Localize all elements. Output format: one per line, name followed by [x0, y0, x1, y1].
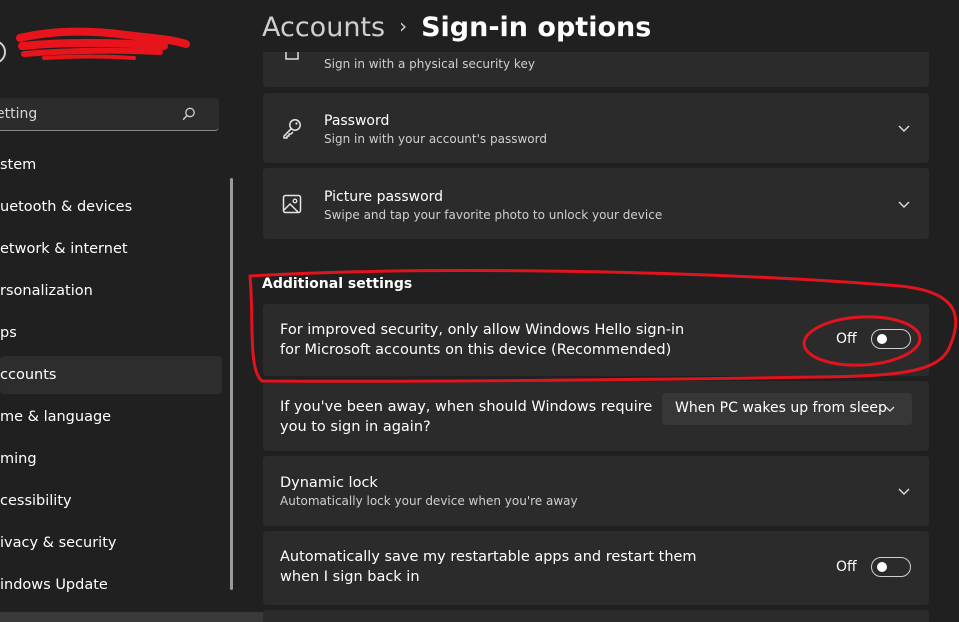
- additional-settings-heading: Additional settings: [262, 276, 413, 292]
- dynamic-lock-title: Dynamic lock: [280, 475, 378, 491]
- hello-only-state: Off: [836, 331, 857, 347]
- dropdown-selected-value: When PC wakes up from sleep: [675, 400, 887, 416]
- sidebar-item-label: ming: [0, 451, 37, 467]
- chevron-down-icon[interactable]: [897, 197, 911, 211]
- page-title: Sign-in options: [421, 12, 652, 43]
- sidebar-item-label: ccounts: [0, 367, 57, 383]
- picture-password-desc: Swipe and tap your favorite photo to unl…: [324, 208, 663, 222]
- sidebar-item-label: indows Update: [0, 577, 108, 593]
- hello-only-toggle[interactable]: [871, 329, 911, 349]
- password-card[interactable]: Password Sign in with your account's pas…: [263, 93, 929, 163]
- sidebar-item-label: cessibility: [0, 493, 72, 509]
- dynamic-lock-desc: Automatically lock your device when you'…: [280, 494, 578, 508]
- password-desc: Sign in with your account's password: [324, 132, 547, 146]
- search-input[interactable]: [0, 98, 188, 129]
- sidebar-item-label: me & language: [0, 409, 112, 425]
- sidebar-item-system[interactable]: stem: [0, 146, 222, 184]
- sidebar-item-privacy-security[interactable]: ivacy & security: [0, 524, 222, 562]
- chevron-down-icon[interactable]: [897, 484, 911, 498]
- security-key-card[interactable]: Sign in with a physical security key: [263, 52, 929, 87]
- usb-key-icon: [285, 52, 299, 60]
- security-key-desc: Sign in with a physical security key: [324, 57, 535, 71]
- sidebar-nav: stem uetooth & devices etwork & internet…: [0, 146, 222, 608]
- sidebar-scrollbar[interactable]: [230, 178, 233, 590]
- hello-only-text: For improved security, only allow Window…: [280, 322, 685, 358]
- hello-only-card: For improved security, only allow Window…: [263, 304, 929, 376]
- picture-icon: [282, 194, 302, 214]
- settings-search-box[interactable]: [0, 98, 219, 131]
- toggle-knob: [877, 334, 887, 344]
- toggle-knob: [877, 562, 887, 572]
- password-title: Password: [324, 113, 390, 129]
- avatar: [0, 40, 6, 64]
- breadcrumb-separator: ›: [399, 14, 408, 38]
- sidebar-item-gaming[interactable]: ming: [0, 440, 222, 478]
- sidebar-item-windows-update[interactable]: indows Update: [0, 566, 222, 604]
- sidebar-item-bluetooth-devices[interactable]: uetooth & devices: [0, 188, 222, 226]
- sidebar-item-label: ps: [0, 325, 17, 341]
- sidebar-item-time-language[interactable]: me & language: [0, 398, 222, 436]
- user-account-area[interactable]: [0, 16, 200, 64]
- sidebar-item-accounts[interactable]: ccounts: [0, 356, 222, 394]
- sidebar-item-label: uetooth & devices: [0, 199, 133, 215]
- chevron-down-icon: [885, 406, 895, 412]
- chevron-down-icon[interactable]: [897, 121, 911, 135]
- key-icon: [283, 119, 301, 139]
- restart-apps-text: Automatically save my restartable apps a…: [280, 549, 697, 585]
- require-signin-text: If you've been away, when should Windows…: [280, 399, 653, 435]
- search-icon[interactable]: [181, 106, 197, 122]
- picture-password-title: Picture password: [324, 189, 444, 205]
- sidebar-item-label: ivacy & security: [0, 535, 117, 551]
- redaction-scribble: [16, 27, 190, 60]
- sidebar-item-apps[interactable]: ps: [0, 314, 222, 352]
- picture-password-card[interactable]: Picture password Swipe and tap your favo…: [263, 168, 929, 239]
- bottom-strip: [0, 612, 290, 622]
- require-signin-dropdown[interactable]: When PC wakes up from sleep: [662, 393, 912, 425]
- sidebar-item-personalization[interactable]: rsonalization: [0, 272, 222, 310]
- restart-apps-toggle[interactable]: [871, 557, 911, 577]
- sidebar-item-label: stem: [0, 157, 37, 173]
- sidebar: stem uetooth & devices etwork & internet…: [0, 0, 240, 622]
- sidebar-item-label: etwork & internet: [0, 241, 128, 257]
- breadcrumb: Accounts › Sign-in options: [262, 10, 651, 50]
- require-signin-card: If you've been away, when should Windows…: [263, 381, 929, 451]
- dynamic-lock-card[interactable]: Dynamic lock Automatically lock your dev…: [263, 456, 929, 526]
- restart-apps-card: Automatically save my restartable apps a…: [263, 531, 929, 605]
- sidebar-item-network-internet[interactable]: etwork & internet: [0, 230, 222, 268]
- restart-apps-state: Off: [836, 559, 857, 575]
- sidebar-item-accessibility[interactable]: cessibility: [0, 482, 222, 520]
- breadcrumb-parent[interactable]: Accounts: [262, 12, 385, 43]
- sidebar-item-label: rsonalization: [0, 283, 93, 299]
- next-card-partial: [263, 610, 929, 622]
